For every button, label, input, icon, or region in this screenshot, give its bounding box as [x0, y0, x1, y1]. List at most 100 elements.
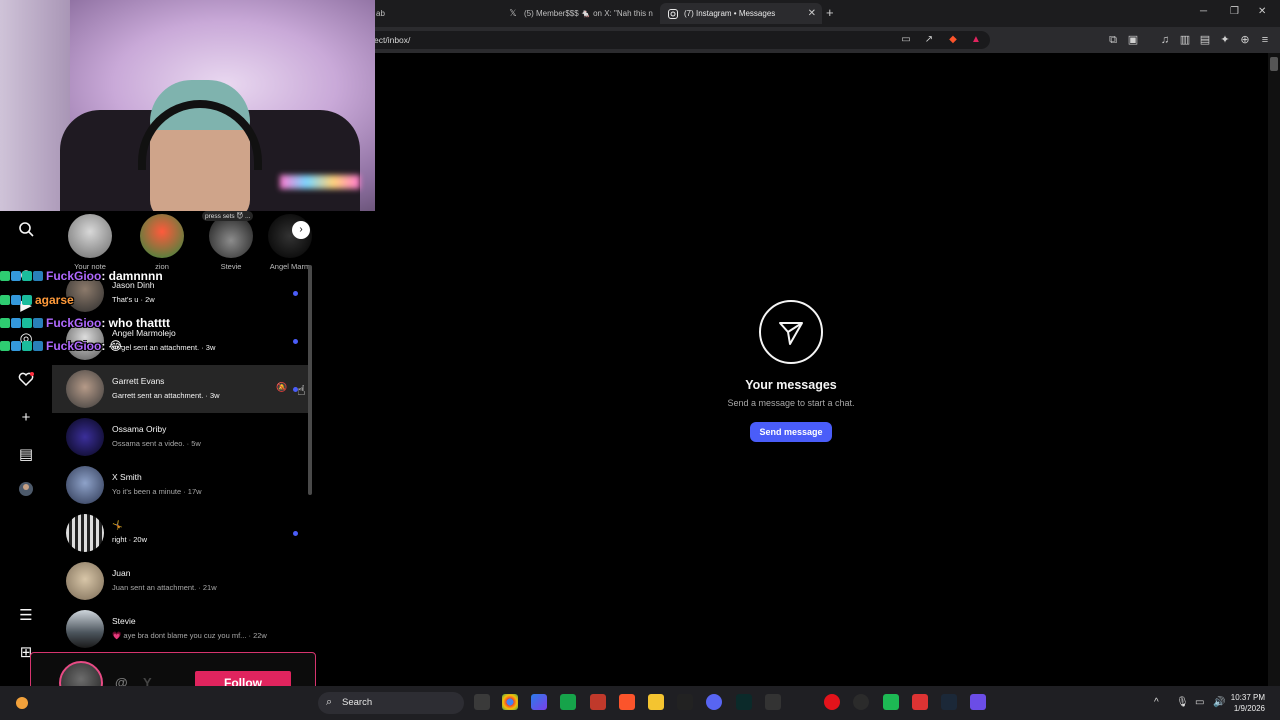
tab-title: (7) Instagram • Messages	[684, 9, 776, 18]
display-icon[interactable]: ▭	[1195, 697, 1204, 708]
thread-name: Jason Dinh	[112, 280, 155, 290]
wallet-icon[interactable]: ▣	[1126, 33, 1140, 47]
extensions-icon[interactable]: ⧉	[1106, 33, 1120, 47]
volume-icon[interactable]: 🔊	[1213, 697, 1225, 708]
avatar	[66, 370, 104, 408]
avatar	[66, 274, 104, 312]
send-icon	[759, 300, 823, 364]
search-icon: ⌕	[326, 696, 333, 708]
copilot-icon[interactable]	[531, 694, 547, 710]
close-tab-icon[interactable]: ✕	[808, 8, 816, 19]
thread-preview: Ossama sent a video. · 5w	[112, 439, 201, 448]
restore-icon[interactable]: ❐	[1230, 6, 1239, 17]
dashboard-icon[interactable]: ▤	[16, 445, 36, 465]
unread-dot	[293, 339, 298, 344]
task-view-icon[interactable]	[474, 694, 490, 710]
vpn-icon[interactable]: ⊕	[1238, 33, 1252, 47]
file-explorer-icon[interactable]	[648, 694, 664, 710]
chevron-right-icon[interactable]: ›	[292, 221, 310, 239]
clock-time[interactable]: 10:37 PM	[1225, 693, 1265, 702]
note-item[interactable]: Your note	[60, 214, 120, 271]
nav-rail: ⊘ ▶ ◎ + ▤ ☰ ⊞	[0, 211, 52, 686]
profile-avatar[interactable]	[16, 482, 36, 502]
chevron-up-icon[interactable]: ^	[1154, 697, 1159, 708]
reels-icon[interactable]: ▶	[16, 296, 36, 316]
browser-tab-active[interactable]: (7) Instagram • Messages ✕	[660, 3, 822, 24]
note-item[interactable]: Angel Marm	[264, 214, 316, 271]
inbox-list: Your note zion Stevie Angel Marm press s…	[52, 211, 316, 686]
obs-icon[interactable]	[853, 694, 869, 710]
close-window-icon[interactable]: ✕	[1258, 6, 1266, 17]
microphone-icon[interactable]: 🎙	[1176, 697, 1189, 708]
app-icon[interactable]	[590, 694, 606, 710]
avatar	[68, 214, 112, 258]
unread-dot	[293, 291, 298, 296]
thread-row[interactable]: Juan Juan sent an attachment. · 21w	[52, 557, 308, 605]
tab-title: ab	[376, 9, 385, 18]
app-icon[interactable]	[970, 694, 986, 710]
thread-row[interactable]: Ossama Oriby Ossama sent a video. · 5w	[52, 413, 308, 461]
thread-name: Juan	[112, 568, 131, 578]
brave-icon[interactable]	[619, 694, 635, 710]
page-scrollbar[interactable]	[1268, 53, 1280, 686]
more-menu-icon[interactable]: ☰	[16, 606, 36, 626]
thread-row[interactable]: Angel Marmolejo Angel sent an attachment…	[52, 317, 308, 365]
sidebar-icon[interactable]: ▥	[1178, 33, 1192, 47]
notes-row: Your note zion Stevie Angel Marm press s…	[52, 211, 316, 271]
webcam-led-lights	[280, 175, 360, 189]
thread-row[interactable]: 🤸 right · 20w	[52, 509, 308, 557]
brave-shield-icon[interactable]: ◆	[947, 34, 959, 46]
messenger-icon[interactable]: ◎	[16, 329, 36, 349]
notifications-heart-icon[interactable]	[16, 371, 36, 391]
chrome-icon[interactable]	[502, 694, 518, 710]
note-item[interactable]: Stevie	[201, 214, 261, 271]
app-icon[interactable]	[883, 694, 899, 710]
mouse-cursor-icon: ☝	[297, 382, 306, 398]
thread-row-active[interactable]: Garrett Evans Garrett sent an attachment…	[52, 365, 308, 413]
leo-ai-icon[interactable]: ✦	[1218, 33, 1232, 47]
avatar	[66, 322, 104, 360]
discord-icon[interactable]	[706, 694, 722, 710]
thread-name: Garrett Evans	[112, 376, 165, 386]
create-icon[interactable]: +	[16, 408, 36, 428]
tab-title: (5) Member$$$ 🐁 on X: "Nah this n	[524, 9, 653, 18]
scrollbar-thumb[interactable]	[1270, 57, 1278, 71]
opera-gx-icon[interactable]	[824, 694, 840, 710]
explore-icon[interactable]: ⊘	[16, 266, 36, 286]
thread-preview: Angel sent an attachment. · 3w	[112, 343, 216, 352]
brave-rewards-icon[interactable]: ▲	[970, 34, 982, 46]
share-icon[interactable]: ↗	[923, 34, 935, 46]
thread-preview: Yo it's been a minute · 17w	[112, 487, 202, 496]
clock-date[interactable]: 1/9/2026	[1225, 704, 1265, 713]
thread-name: X Smith	[112, 472, 142, 482]
thread-row[interactable]: X Smith Yo it's been a minute · 17w	[52, 461, 308, 509]
weather-widget-icon[interactable]	[14, 695, 30, 711]
obs-app-icon[interactable]	[736, 694, 752, 710]
thread-row[interactable]: Stevie 💗 aye bra dont blame you cuz you …	[52, 605, 308, 653]
browser-tab[interactable]: ab	[370, 3, 430, 24]
instagram-icon	[668, 8, 678, 19]
capcut-icon[interactable]	[677, 694, 693, 710]
keyboard-app-icon[interactable]	[765, 694, 781, 710]
thread-row[interactable]: Jason Dinh That's u · 2w	[52, 269, 308, 317]
taskbar-search[interactable]: ⌕ Search	[318, 692, 464, 714]
search-icon[interactable]	[16, 221, 36, 241]
music-icon[interactable]: ♫	[1158, 33, 1172, 47]
new-tab-button[interactable]: +	[826, 5, 834, 20]
steam-icon[interactable]	[941, 694, 957, 710]
xbox-icon[interactable]	[560, 694, 576, 710]
reading-list-icon[interactable]: ▤	[1198, 33, 1212, 47]
thread-preview: That's u · 2w	[112, 295, 155, 304]
menu-icon[interactable]: ≡	[1258, 33, 1272, 47]
note-item[interactable]: zion	[132, 214, 192, 271]
browser-tab[interactable]: 𝕏 (5) Member$$$ 🐁 on X: "Nah this n	[500, 3, 658, 24]
unread-dot	[293, 531, 298, 536]
minimize-icon[interactable]: ─	[1200, 6, 1207, 17]
screen-cast-icon[interactable]: ▭	[900, 34, 912, 46]
address-bar[interactable]: ect/inbox/ ▭ ↗ ◆ ▲	[360, 31, 990, 49]
inbox-scrollbar[interactable]	[308, 265, 312, 495]
send-message-button[interactable]: Send message	[750, 422, 832, 442]
avatar	[66, 466, 104, 504]
thread-preview: Garrett sent an attachment. · 3w	[112, 391, 220, 400]
app-icon[interactable]	[912, 694, 928, 710]
